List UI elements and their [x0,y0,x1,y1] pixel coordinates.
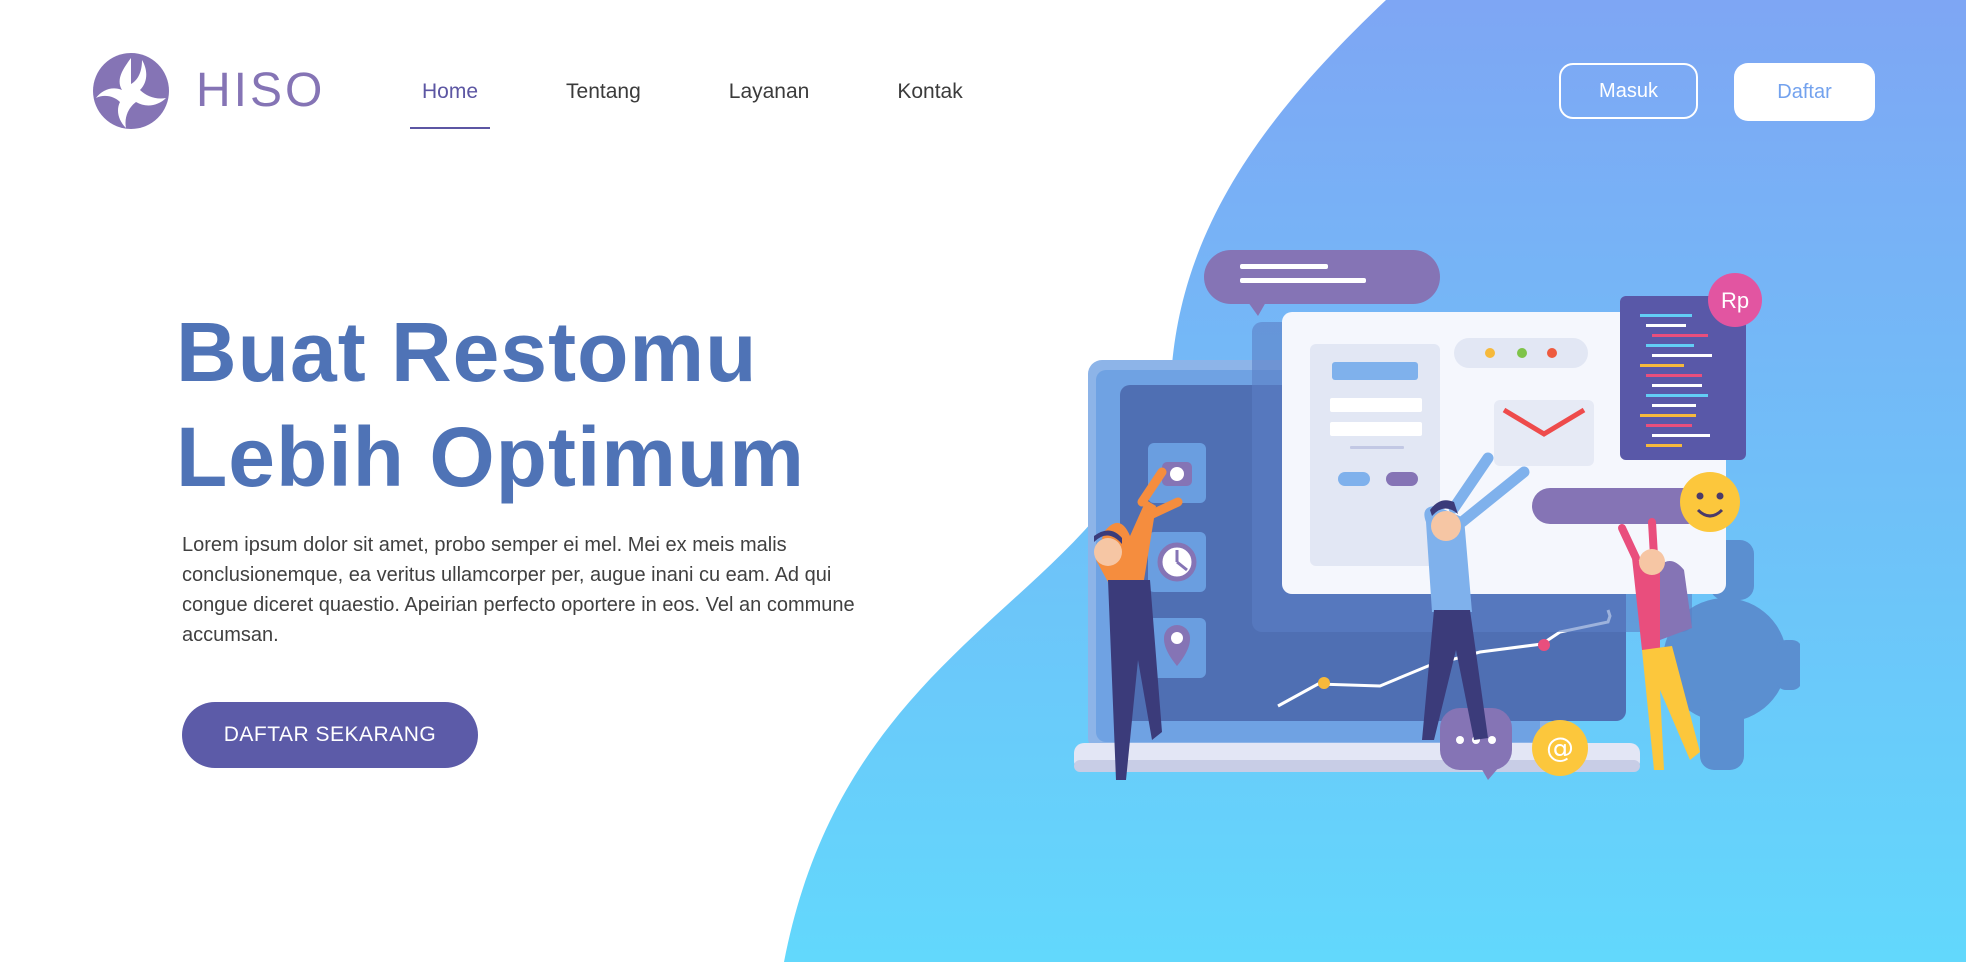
hiso-logo-icon [93,53,169,129]
nav-layanan-link[interactable]: Layanan [717,78,822,104]
hero-title-line-2: Lebih Optimum [176,410,805,504]
signup-now-button[interactable]: DAFTAR SEKARANG [182,702,478,768]
at-sign-label: @ [1546,731,1574,764]
register-button[interactable]: Daftar [1734,63,1875,121]
main-navigation: Home Tentang Layanan Kontak [410,78,1039,129]
hero-illustration: Rp @ [1074,250,1800,780]
hero-title-line-1: Buat Restomu [176,305,758,399]
brand-name: HISO [196,64,326,117]
message-bubble-icon [1204,250,1440,316]
nav-tentang-link[interactable]: Tentang [554,78,653,104]
login-button[interactable]: Masuk [1559,63,1698,119]
clock-icon [1148,532,1206,592]
nav-home-link[interactable]: Home [410,78,491,129]
hero-title: Buat Restomu Lebih Optimum [176,300,805,510]
brand-logo[interactable]: HISO [92,52,325,130]
smiley-icon [1680,472,1740,532]
hero-description: Lorem ipsum dolor sit amet, probo semper… [182,534,855,646]
currency-badge-label: Rp [1721,288,1749,313]
envelope-icon [1494,400,1594,466]
nav-kontak-link[interactable]: Kontak [885,78,974,104]
